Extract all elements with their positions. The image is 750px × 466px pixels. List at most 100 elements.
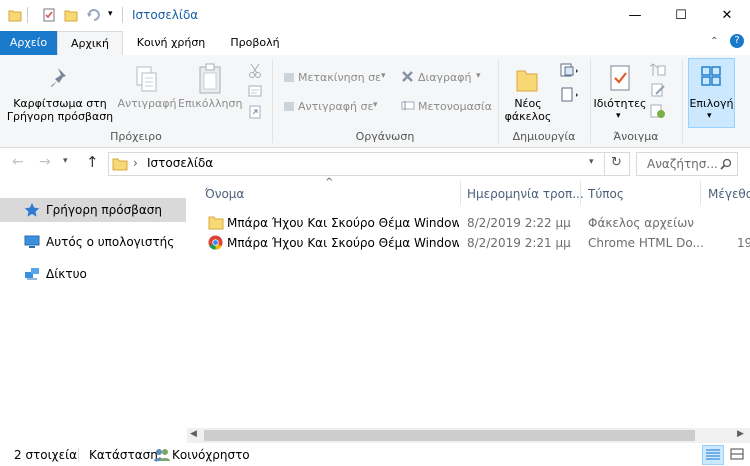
paste-icon[interactable] [196,63,224,95]
refresh-icon[interactable]: ↻ [611,155,622,170]
properties-quick-icon[interactable] [42,8,56,22]
properties-button[interactable]: Ιδιότητες [593,97,647,110]
ribbon: Καρφίτσωμα στη Γρήγορη πρόσβαση Αντιγραφ… [0,55,750,148]
file-name: Μπάρα Ήχου Και Σκούρο Θέμα Window... [227,216,459,230]
delete-dropdown-icon[interactable]: ▾ [476,71,481,81]
paste-shortcut-icon[interactable] [248,105,262,119]
pin-quick-access-button[interactable]: Καρφίτσωμα στη Γρήγορη πρόσβαση [6,97,114,123]
quick-access-dropdown-icon[interactable]: ▾ [108,9,113,19]
select-dropdown-icon: ▾ [707,111,712,121]
ribbon-tabs: Αρχείο Αρχική Κοινή χρήση Προβολή ⌃ ? [0,31,750,57]
properties-icon[interactable] [608,63,632,93]
select-all-icon [701,66,721,86]
column-divider[interactable] [580,181,581,205]
sort-arrow-icon: ^ [325,177,334,188]
move-to-icon[interactable] [283,71,295,83]
pin-label-line1: Καρφίτσωμα στη [13,97,107,110]
select-label: Επιλογή [689,97,734,110]
column-header-date[interactable]: Ημερομηνία τροπ... [467,187,584,201]
search-icon[interactable] [720,158,732,170]
open-icon[interactable] [650,63,666,77]
tab-home[interactable]: Αρχική [57,31,123,57]
file-type: Chrome HTML Do... [588,236,704,250]
paste-button[interactable]: Επικόλληση [178,97,242,110]
new-item-icon[interactable] [560,63,580,79]
large-icons-view-button[interactable] [728,446,746,462]
easy-access-icon[interactable] [560,87,580,103]
state-label: Κατάσταση: [89,448,162,462]
collapse-ribbon-icon[interactable]: ⌃ [710,36,718,47]
file-date: 8/2/2019 2:21 μμ [467,236,571,250]
undo-icon[interactable] [86,8,100,22]
table-row[interactable]: Μπάρα Ήχου Και Σκούρο Θέμα Window... 8/2… [205,213,750,233]
select-button[interactable]: Επιλογή ▾ [688,58,735,128]
help-icon[interactable]: ? [730,34,744,48]
scroll-left-icon[interactable]: ◀ [190,429,197,439]
chrome-icon [208,235,223,250]
details-view-icon [706,449,720,460]
rename-button[interactable]: Μετονομασία [418,100,492,113]
delete-button[interactable]: Διαγραφή [418,71,471,84]
copy-icon[interactable] [134,65,160,95]
clipboard-group-label: Πρόχειρο [110,130,162,143]
minimize-button[interactable]: — [612,0,658,31]
copy-button[interactable]: Αντιγραφή [117,97,177,110]
delete-icon[interactable] [401,70,414,83]
edit-icon[interactable] [650,83,666,97]
file-size: 19 [737,236,750,250]
search-input[interactable]: Αναζήτησ... [636,152,738,176]
new-folder-quick-icon[interactable] [64,8,78,22]
column-header-name[interactable]: Όνομα [205,187,244,201]
state-value: Κοινόχρηστο [172,448,250,462]
breadcrumb[interactable]: Ιστοσελίδα [147,156,213,170]
search-placeholder: Αναζήτησ... [647,157,718,171]
table-row[interactable]: Μπάρα Ήχου Και Σκούρο Θέμα Window... 8/2… [205,233,750,253]
new-folder-button[interactable]: Νέος φάκελος [502,97,554,123]
copy-path-icon[interactable] [248,85,262,97]
tab-file[interactable]: Αρχείο [0,31,57,55]
breadcrumb-separator[interactable]: › [133,156,138,170]
new-folder-label-line2: φάκελος [504,110,552,123]
recent-locations-icon[interactable]: ▾ [63,156,68,166]
nav-item-network[interactable]: Δίκτυο [0,262,186,286]
close-button[interactable]: ✕ [704,0,750,31]
nav-label: Αυτός ο υπολογιστής [46,235,175,249]
back-arrow-icon[interactable]: ← [12,154,24,170]
star-icon [24,203,40,217]
scrollbar-thumb[interactable] [204,430,695,441]
nav-label: Γρήγορη πρόσβαση [46,203,162,217]
cut-icon[interactable] [248,63,262,79]
maximize-button[interactable]: ☐ [658,0,704,31]
forward-arrow-icon[interactable]: → [39,154,51,170]
new-folder-icon[interactable] [515,65,539,93]
ribbon-separator [682,59,683,143]
scroll-right-icon[interactable]: ▶ [737,429,744,439]
navigation-pane: Γρήγορη πρόσβαση Αυτός ο υπολογιστής Δίκ… [0,182,186,442]
copy-to-dropdown-icon[interactable]: ▾ [373,100,378,110]
copy-to-icon[interactable] [283,100,295,112]
properties-dropdown-icon[interactable]: ▾ [616,111,621,121]
column-divider[interactable] [460,181,461,205]
item-count: 2 στοιχεία [14,448,78,462]
rename-icon[interactable] [401,100,415,111]
pin-icon[interactable] [50,65,72,93]
up-arrow-icon[interactable]: ↑ [86,153,99,171]
copy-to-button[interactable]: Αντιγραφή σε [298,100,373,113]
column-header-size[interactable]: Μέγεθο [708,187,750,201]
move-to-dropdown-icon[interactable]: ▾ [381,71,386,81]
network-icon [25,268,39,280]
history-icon[interactable] [650,103,666,119]
column-header-type[interactable]: Τύπος [588,187,624,201]
nav-item-quick-access[interactable]: Γρήγορη πρόσβαση [0,198,186,222]
nav-item-this-pc[interactable]: Αυτός ο υπολογιστής [0,230,186,254]
status-bar: 2 στοιχεία Κατάσταση: Κοινόχρηστο [0,444,750,466]
new-folder-label-line1: Νέος [514,97,542,110]
tab-share[interactable]: Κοινή χρήση [126,31,216,55]
organize-group-label: Οργάνωση [355,130,415,143]
details-view-button[interactable] [702,445,724,465]
move-to-button[interactable]: Μετακίνηση σε [298,71,381,84]
tab-view[interactable]: Προβολή [220,31,290,55]
address-dropdown-icon[interactable]: ▾ [589,157,594,167]
address-bar[interactable]: › Ιστοσελίδα ▾ ↻ [108,152,630,176]
column-divider[interactable] [700,181,701,205]
